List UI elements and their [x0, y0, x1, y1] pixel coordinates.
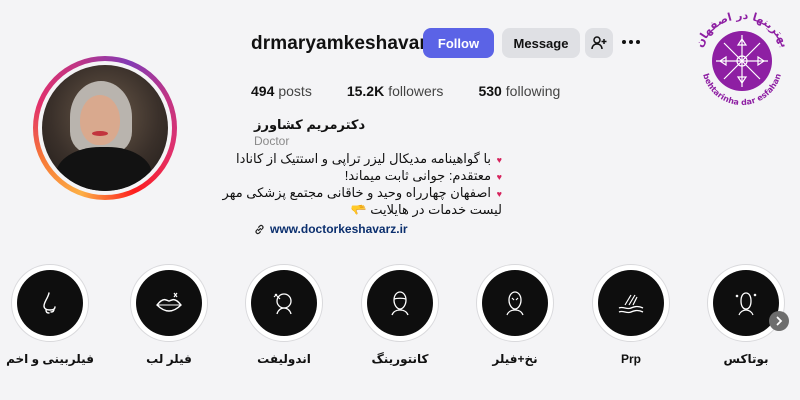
bio-line: ♥ معتقدم: جوانی ثابت میماند! [344, 168, 502, 183]
prp-skin-icon [618, 294, 644, 314]
avatar-face [80, 95, 120, 145]
highlight-label: اندولیفت [257, 352, 311, 366]
avatar-border [38, 61, 172, 195]
highlight-cover [251, 270, 317, 336]
followers-stat[interactable]: 15.2K followers [347, 83, 444, 99]
add-user-icon [591, 36, 607, 50]
highlight-label: فیلربینی و اخم [6, 352, 94, 366]
highlight-cover [598, 270, 664, 336]
username: drmaryamkeshavarz [251, 33, 437, 54]
website-link[interactable]: www.doctorkeshavarz.ir [240, 221, 510, 237]
heart-icon: ♥ [496, 189, 502, 199]
highlight-item[interactable]: Prp [573, 264, 689, 366]
highlight-cover [367, 270, 433, 336]
avatar [42, 65, 168, 191]
botox-face-icon [735, 292, 757, 316]
profile-stats: 494 posts 15.2K followers 530 following [251, 83, 595, 99]
profile-avatar-story-ring[interactable] [33, 56, 177, 200]
highlight-ring [11, 264, 89, 342]
highlight-item[interactable]: کانتورینگ [342, 264, 458, 366]
highlight-label: Prp [620, 352, 641, 366]
highlight-label: فیلر لب [146, 352, 192, 366]
more-options-icon[interactable] [622, 36, 644, 48]
highlight-ring [361, 264, 439, 342]
following-stat[interactable]: 530 following [478, 83, 560, 99]
website-url: www.doctorkeshavarz.ir [270, 222, 408, 236]
highlight-cover [482, 270, 548, 336]
posts-stat[interactable]: 494 posts [251, 83, 312, 99]
avatar-lips [92, 131, 108, 136]
bio-text: ♥ با گواهینامه مدیکال لیزر تراپی و استتی… [222, 151, 502, 218]
face-lift-icon [273, 293, 292, 315]
highlight-ring [476, 264, 554, 342]
watermark-logo: بهترینها در اصفهان behtarinha dar esfaha… [693, 9, 792, 107]
story-highlights: فیلربینی و اخم فیلر لب اندولیفت کانتورین… [0, 264, 800, 384]
highlight-label: نخ+فیلر [492, 352, 538, 366]
highlights-next-button[interactable] [769, 311, 789, 331]
highlight-ring [245, 264, 323, 342]
followers-label: followers [388, 83, 444, 99]
highlight-ring [707, 264, 785, 342]
face-thread-icon [506, 291, 524, 316]
highlight-cover [136, 270, 202, 336]
highlight-item[interactable]: اندولیفت [226, 264, 342, 366]
face-contour-icon [391, 291, 409, 316]
message-button[interactable]: Message [502, 28, 580, 58]
posts-count: 494 [251, 83, 275, 99]
followers-count: 15.2K [346, 83, 385, 99]
link-icon [255, 224, 264, 234]
highlight-item[interactable]: فیلر لب [111, 264, 227, 366]
heart-icon: ♥ [496, 155, 502, 165]
avatar-body [56, 147, 152, 191]
follow-button[interactable]: Follow [423, 28, 494, 58]
highlight-cover [17, 270, 83, 336]
profile-category: Doctor [254, 134, 290, 148]
highlight-label: بوتاکس [723, 352, 769, 366]
posts-label: posts [278, 83, 312, 99]
lips-icon [156, 292, 182, 312]
chevron-right-icon [776, 316, 783, 326]
highlight-label: کانتورینگ [371, 352, 429, 366]
following-label: following [505, 83, 561, 99]
heart-icon: ♥ [496, 172, 502, 182]
highlight-ring [130, 264, 208, 342]
full-name: دکترمریم کشاورز [254, 117, 366, 132]
highlight-item[interactable]: فیلربینی و اخم [0, 264, 108, 366]
profile-bio: دکترمریم کشاورز Doctor ♥ با گواهینامه مد… [222, 117, 510, 237]
highlight-cover [713, 270, 779, 336]
nose-icon [43, 292, 56, 314]
highlight-item[interactable]: نخ+فیلر [457, 264, 573, 366]
bio-line: لیست خدمات در هایلایت 🫳 [350, 202, 502, 217]
following-count: 530 [478, 83, 502, 99]
bio-line: ♥ اصفهان چهارراه وحید و خاقانی مجتمع پزش… [222, 185, 502, 200]
highlight-ring [592, 264, 670, 342]
suggest-user-button[interactable] [585, 28, 613, 58]
bio-line: ♥ با گواهینامه مدیکال لیزر تراپی و استتی… [236, 151, 502, 166]
